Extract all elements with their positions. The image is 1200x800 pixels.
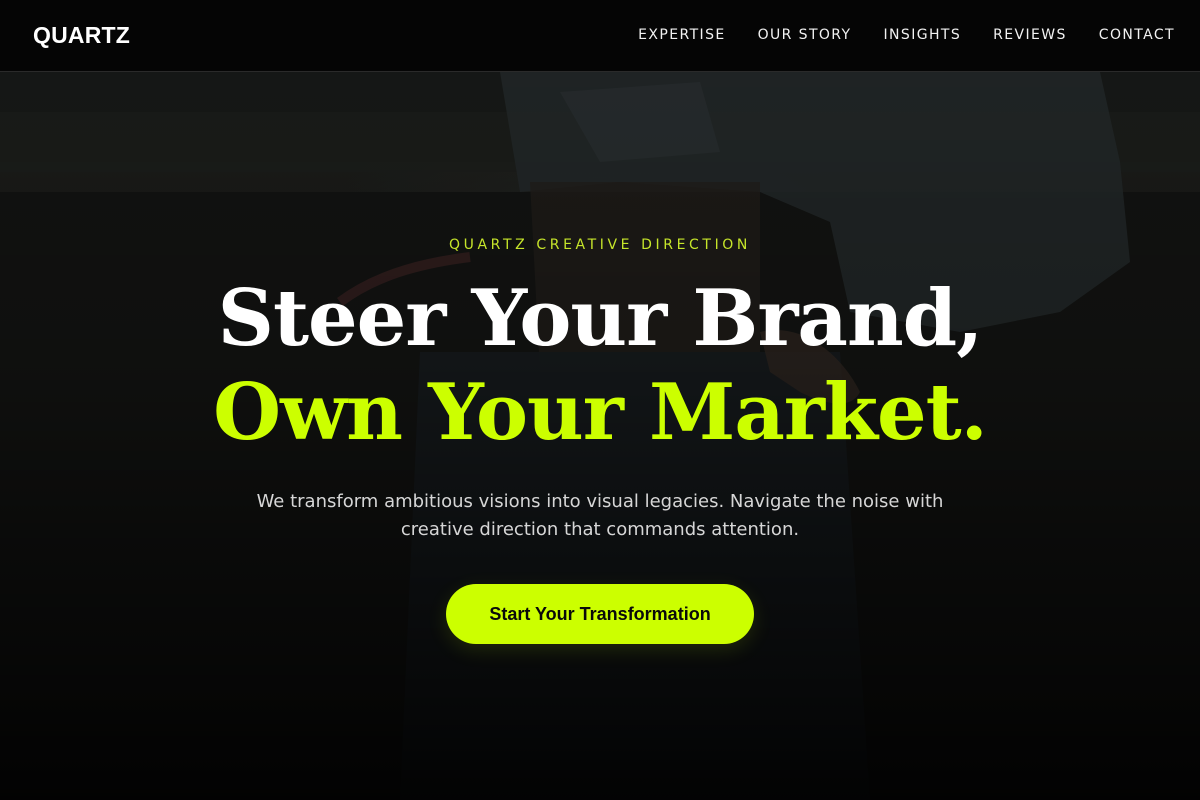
nav-link-our-story[interactable]: OUR STORY	[758, 26, 852, 44]
hero-eyebrow: QUARTZ CREATIVE DIRECTION	[449, 237, 751, 253]
headline-line-2: Own Your Market.	[213, 367, 988, 458]
hero-section: QUARTZ CREATIVE DIRECTION Steer Your Bra…	[0, 72, 1200, 800]
nav-link-contact[interactable]: CONTACT	[1099, 26, 1175, 44]
top-navbar: QUARTZ EXPERTISE OUR STORY INSIGHTS REVI…	[0, 0, 1200, 72]
nav-link-reviews[interactable]: REVIEWS	[993, 26, 1067, 44]
nav-links: EXPERTISE OUR STORY INSIGHTS REVIEWS CON…	[638, 26, 1175, 44]
nav-link-insights[interactable]: INSIGHTS	[884, 26, 962, 44]
nav-link-expertise[interactable]: EXPERTISE	[638, 26, 725, 44]
brand-logo[interactable]: QUARTZ	[33, 21, 130, 49]
hero-subtitle: We transform ambitious visions into visu…	[256, 491, 944, 540]
hero-headline: Steer Your Brand, Own Your Market.	[0, 272, 1200, 460]
headline-line-1: Steer Your Brand,	[217, 273, 984, 364]
start-transformation-button[interactable]: Start Your Transformation	[446, 584, 754, 644]
